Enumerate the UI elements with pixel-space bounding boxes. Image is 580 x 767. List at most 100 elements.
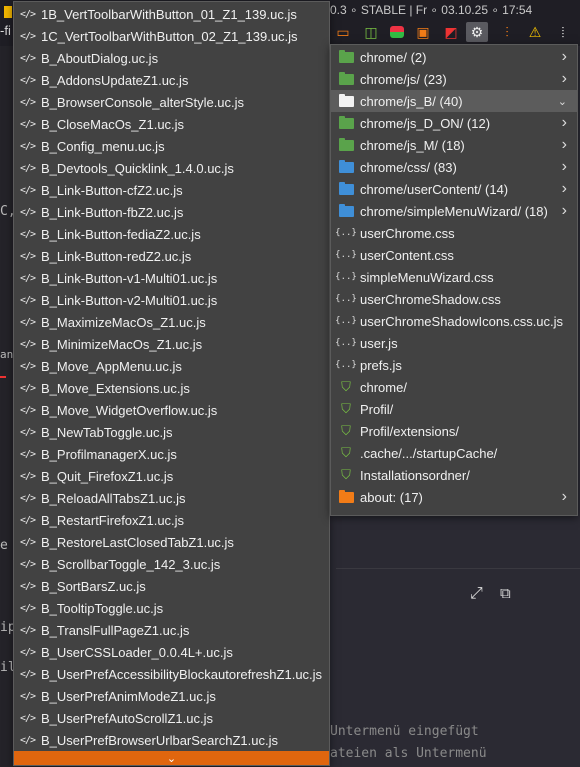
submenu-item[interactable]: chrome/css/ (83) › [331,156,577,178]
code-file-icon: </> [20,734,36,746]
menu-item[interactable]: ⛉ chrome/ [331,376,577,398]
code-file-icon: </> [20,250,36,262]
menu-item[interactable]: ⛉ .cache/.../startupCache/ [331,442,577,464]
expand-icon[interactable]: ⤢ [470,585,483,603]
menu-item-label: B_Config_menu.uc.js [41,138,165,154]
chevron-right-icon: › [561,70,567,87]
menu-item[interactable]: </> B_ProfilmanagerX.uc.js [14,443,329,465]
menu-item[interactable]: </> B_Link-Button-fediaZ2.uc.js [14,223,329,245]
menu-item[interactable]: </> B_Link-Button-v1-Multi01.uc.js [14,267,329,289]
bg-code-line: Untermenü eingefügt [330,724,479,739]
menu-item[interactable]: </> B_TooltipToggle.uc.js [14,597,329,619]
menu-item[interactable]: {..} userChrome.css [331,222,577,244]
menu-item[interactable]: {..} userChromeShadowIcons.css.uc.js [331,310,577,332]
warning-icon[interactable]: ⚠ [524,22,546,42]
code-file-icon: </> [20,712,36,724]
menu-item[interactable]: </> B_Quit_FirefoxZ1.uc.js [14,465,329,487]
code-file-icon: </> [20,382,36,394]
menu-item[interactable]: </> B_RestoreLastClosedTabZ1.uc.js [14,531,329,553]
menu-item-label: B_Quit_FirefoxZ1.uc.js [41,468,174,484]
menu-item-label: 1B_VertToolbarWithButton_01_Z1_139.uc.js [41,6,297,22]
sliders-icon[interactable]: ⫶ [496,22,518,42]
menu-item-label: B_Link-Button-v1-Multi01.uc.js [41,270,218,286]
menu-item[interactable]: </> B_CloseMacOs_Z1.uc.js [14,113,329,135]
menu-item[interactable]: </> B_Link-Button-cfZ2.uc.js [14,179,329,201]
submenu-item[interactable]: chrome/userContent/ (14) › [331,178,577,200]
menu-item[interactable]: ⛉ Profil/extensions/ [331,420,577,442]
menu-item-label: Profil/extensions/ [360,423,459,439]
menu-item[interactable]: </> 1C_VertToolbarWithButton_02_Z1_139.uc… [14,25,329,47]
menu-item[interactable]: {..} userContent.css [331,244,577,266]
menu-item[interactable]: </> B_Link-Button-v2-Multi01.uc.js [14,289,329,311]
code-file-icon: </> [20,30,36,42]
menu-item[interactable]: </> B_MaximizeMacOs_Z1.uc.js [14,311,329,333]
menu-item-label: chrome/js_B/ (40) [360,93,463,109]
menu-item-label: B_MaximizeMacOs_Z1.uc.js [41,314,206,330]
submenu-item[interactable]: chrome/js_B/ (40) ⌄ [331,90,577,112]
chevron-down-icon: ⌄ [166,752,177,765]
copy-icon[interactable]: ⧉ [500,585,511,602]
menu-item[interactable]: </> B_BrowserConsole_alterStyle.uc.js [14,91,329,113]
menu-item-label: B_MinimizeMacOs_Z1.uc.js [41,336,203,352]
menu-item[interactable]: ⛉ Installationsordner/ [331,464,577,486]
menu-item-label: B_BrowserConsole_alterStyle.uc.js [41,94,245,110]
menu-item-label: chrome/userContent/ (14) [360,181,509,197]
menu-item-label: B_Move_Extensions.uc.js [41,380,190,396]
menu-item[interactable]: </> B_Move_AppMenu.uc.js [14,355,329,377]
file-icon: {..} [335,228,357,238]
menu-item[interactable]: </> B_Link-Button-fbZ2.uc.js [14,201,329,223]
menu-item[interactable]: </> B_ScrollbarToggle_142_3.uc.js [14,553,329,575]
scroll-down-button[interactable]: ⌄ [14,751,329,765]
menu-item[interactable]: </> B_Move_Extensions.uc.js [14,377,329,399]
extension-icon[interactable]: ◩ [440,22,462,42]
menu-item[interactable]: </> B_MinimizeMacOs_Z1.uc.js [14,333,329,355]
menu-item[interactable]: </> B_SortBarsZ.uc.js [14,575,329,597]
submenu-item[interactable]: chrome/js_D_ON/ (12) › [331,112,577,134]
toggle-icon[interactable] [386,22,408,42]
menu-item-label: chrome/js/ (23) [360,71,447,87]
menu-item[interactable]: </> B_ReloadAllTabsZ1.uc.js [14,487,329,509]
background-editor-gutter: C, an e ip il [0,46,16,767]
menu-item-label: userChromeShadowIcons.css.uc.js [360,313,564,329]
menu-item[interactable]: </> 1B_VertToolbarWithButton_01_Z1_139.uc… [14,3,329,25]
menu-item[interactable]: </> B_TranslFullPageZ1.uc.js [14,619,329,641]
menu-item[interactable]: </> B_AddonsUpdateZ1.uc.js [14,69,329,91]
message-icon[interactable]: ▭ [332,22,354,42]
menu-item[interactable]: </> B_UserPrefAutoScrollZ1.uc.js [14,707,329,729]
submenu-item[interactable]: chrome/js_M/ (18) › [331,134,577,156]
menu-item[interactable]: </> B_UserPrefAnimModeZ1.uc.js [14,685,329,707]
menu-item[interactable]: {..} user.js [331,332,577,354]
submenu-item[interactable]: chrome/js/ (23) › [331,68,577,90]
folder-icon [338,489,354,504]
menu-item-label: B_UserCSSLoader_0.0.4L+.uc.js [41,644,233,660]
menu-item[interactable]: </> B_NewTabToggle.uc.js [14,421,329,443]
code-file-icon: </> [20,228,36,240]
menu-item[interactable]: {..} prefs.js [331,354,577,376]
menu-item[interactable]: </> B_Devtools_Quicklink_1.4.0.uc.js [14,157,329,179]
menu-item[interactable]: </> B_RestartFirefoxZ1.uc.js [14,509,329,531]
menu-item[interactable]: </> B_UserPrefAccessibilityBlockautorefre… [14,663,329,685]
sidebar-icon[interactable]: ◫ [360,22,382,42]
bg-text-fragment: an [0,348,14,361]
menu-item[interactable]: ⛉ Profil/ [331,398,577,420]
menu-item[interactable]: </> B_AboutDialog.uc.js [14,47,329,69]
panel-icon[interactable]: ▣ [412,22,434,42]
firefox-folder-icon: ⛉ [341,401,351,416]
gear-icon[interactable]: ⚙ [466,22,488,42]
submenu-item[interactable]: chrome/simpleMenuWizard/ (18) › [331,200,577,222]
menu-item[interactable]: </> B_Move_WidgetOverflow.uc.js [14,399,329,421]
file-icon: {..} [335,338,357,348]
submenu-item[interactable]: chrome/ (2) › [331,46,577,68]
overflow-icon[interactable]: ⦙ [552,22,574,42]
chevron-right-icon: › [561,48,567,65]
code-file-icon: </> [20,206,36,218]
menu-item[interactable]: {..} userChromeShadow.css [331,288,577,310]
menu-item[interactable]: </> B_Link-Button-redZ2.uc.js [14,245,329,267]
menu-item[interactable]: </> B_UserPrefBrowserUrlbarSearchZ1.uc.js [14,729,329,751]
submenu-item[interactable]: about: (17) › [331,486,577,508]
menu-item-label: chrome/ [360,379,407,395]
menu-item-label: B_TooltipToggle.uc.js [41,600,164,616]
menu-item[interactable]: {..} simpleMenuWizard.css [331,266,577,288]
menu-item[interactable]: </> B_UserCSSLoader_0.0.4L+.uc.js [14,641,329,663]
menu-item[interactable]: </> B_Config_menu.uc.js [14,135,329,157]
